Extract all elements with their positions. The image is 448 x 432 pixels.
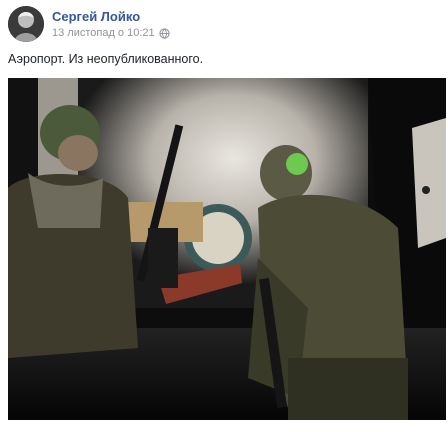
globe-icon[interactable] bbox=[159, 27, 170, 39]
post-photo[interactable] bbox=[8, 78, 446, 420]
photo-image bbox=[8, 78, 446, 420]
avatar-image bbox=[8, 6, 44, 42]
post-timestamp[interactable]: 13 листопад о 10:21 bbox=[52, 27, 155, 39]
post-meta: 13 листопад о 10:21 bbox=[52, 27, 170, 39]
post-header: Сергей Лойко 13 листопад о 10:21 bbox=[8, 6, 438, 42]
avatar[interactable] bbox=[8, 6, 44, 42]
post-text: Аэропорт. Из неопубликованного. bbox=[8, 52, 204, 66]
author-name[interactable]: Сергей Лойко bbox=[52, 9, 140, 24]
post-footer-strip bbox=[8, 420, 446, 432]
